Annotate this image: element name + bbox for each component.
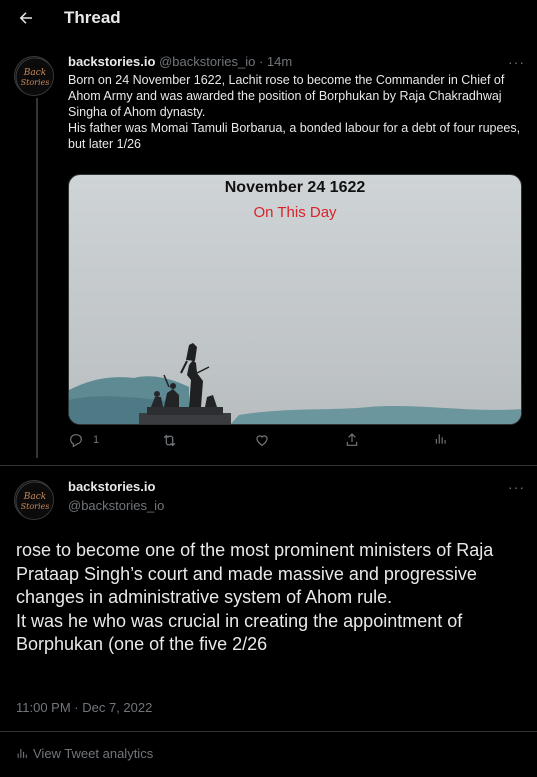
avatar[interactable]: Back Stories [14,56,54,96]
divider [0,731,537,732]
divider [0,465,537,466]
like-button[interactable] [254,432,270,448]
svg-text:Back: Back [23,492,46,502]
tweet-text: rose to become one of the most prominent… [16,539,526,657]
svg-text:Stories: Stories [21,78,50,87]
more-options-button[interactable]: ··· [508,54,525,70]
tweet-text-line: His father was Momai Tamuli Borbarua, a … [68,121,521,151]
tweet-media-image[interactable]: November 24 1622 On This Day [68,174,522,425]
backstories-logo: Back Stories [15,57,53,95]
tweet-actions: 1 [68,432,528,456]
reply-icon [70,434,82,448]
retweet-icon [163,434,176,447]
analytics-icon [17,749,27,758]
avatar[interactable]: Back Stories [14,480,54,520]
reply-count: 1 [93,434,100,446]
backstories-logo: Back Stories [15,481,53,519]
share-button[interactable] [344,432,360,448]
analytics-icon [435,434,446,444]
tweet-text-line: It was he who was crucial in creating th… [16,610,463,655]
share-icon [346,433,358,446]
retweet-button[interactable] [161,432,178,449]
analytics-label: View Tweet analytics [33,746,154,761]
author-name[interactable]: backstories.io [68,479,155,494]
heart-icon [256,435,268,447]
media-title: November 24 1622 [224,179,366,196]
author-handle[interactable]: @backstories_io [68,498,164,513]
more-options-button[interactable]: ··· [508,479,525,495]
tweet-time[interactable]: · 14m [259,54,292,69]
page-title: Thread [64,8,121,27]
tweet-timestamp[interactable]: 11:00 PM · Dec 7, 2022 [16,700,152,715]
svg-text:Stories: Stories [21,502,50,511]
tweet-text: Born on 24 November 1622, Lachit rose to… [68,72,523,152]
author-name[interactable]: backstories.io [68,54,155,69]
author-handle[interactable]: @backstories_io [159,54,255,69]
view-analytics-link[interactable]: View Tweet analytics [16,746,153,761]
reply-button[interactable]: 1 [68,432,99,448]
svg-text:Back: Back [23,68,46,78]
media-subtitle: On This Day [253,204,337,221]
thread-connector-line [36,98,38,458]
top-bar: Thread [0,0,537,36]
tweet-text-line: Born on 24 November 1622, Lachit rose to… [68,73,505,119]
tweet-text-line: rose to become one of the most prominent… [16,540,494,607]
tweet-header: backstories.io @backstories_io · 14m [68,54,292,69]
tweet-analytics-button[interactable] [434,432,448,446]
back-button[interactable] [12,4,40,32]
arrow-left-icon [19,12,32,24]
